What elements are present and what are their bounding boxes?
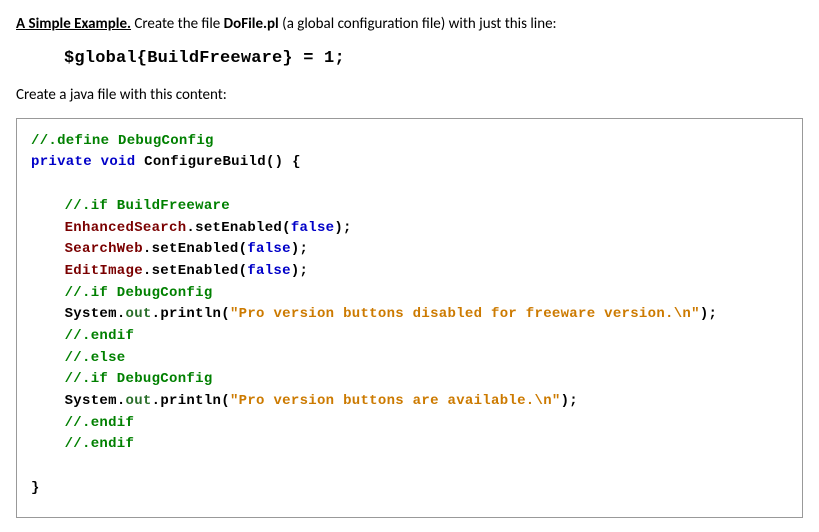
code-l12: //.if DebugConfig: [65, 371, 213, 387]
code-l9-string: "Pro version buttons disabled for freewa…: [230, 306, 700, 322]
code-l2-kw1: private: [31, 154, 92, 170]
intro-text-1: Create the file: [131, 15, 224, 33]
code-l5-obj: EnhancedSearch: [65, 220, 187, 236]
code-l13-out: out: [126, 393, 152, 409]
code-l7-arg: false: [247, 263, 291, 279]
code-line-1: //.define DebugConfig: [31, 133, 214, 149]
code-box: //.define DebugConfig private void Confi…: [16, 118, 803, 519]
code-l2-name: ConfigureBuild: [144, 154, 266, 170]
code-l15: //.endif: [65, 436, 135, 452]
code-l2-rest: () {: [266, 154, 301, 170]
code-l7-method: setEnabled: [152, 263, 239, 279]
intro-heading: A Simple Example.: [16, 15, 131, 33]
code-l5-method: setEnabled: [195, 220, 282, 236]
code-l13-method: println: [160, 393, 221, 409]
intro-paragraph: A Simple Example. Create the file DoFile…: [16, 14, 803, 35]
code-l9-method: println: [160, 306, 221, 322]
code-l4: //.if BuildFreeware: [65, 198, 230, 214]
config-line: $global{BuildFreeware} = 1;: [64, 47, 803, 71]
code-l9-out: out: [126, 306, 152, 322]
code-l10: //.endif: [65, 328, 135, 344]
code-l7-obj: EditImage: [65, 263, 143, 279]
code-l13-string: "Pro version buttons are available.\n": [230, 393, 561, 409]
para-2: Create a java file with this content:: [16, 85, 803, 106]
code-l6-method: setEnabled: [152, 241, 239, 257]
code-l14: //.endif: [65, 415, 135, 431]
code-l9-class: System: [65, 306, 117, 322]
intro-filename: DoFile.pl: [224, 15, 279, 33]
code-l11: //.else: [65, 350, 126, 366]
code-l17-brace: }: [31, 480, 40, 496]
code-l6-obj: SearchWeb: [65, 241, 143, 257]
code-l2-kw2: void: [101, 154, 136, 170]
code-l8: //.if DebugConfig: [65, 285, 213, 301]
code-l13-class: System: [65, 393, 117, 409]
intro-text-2: (a global configuration file) with just …: [279, 15, 557, 33]
code-l5-arg: false: [291, 220, 335, 236]
code-l6-arg: false: [247, 241, 291, 257]
